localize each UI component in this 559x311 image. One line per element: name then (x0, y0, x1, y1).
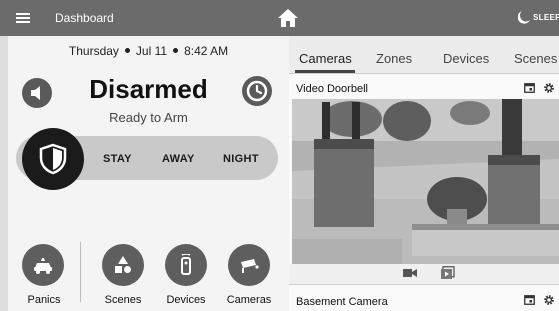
scenes-shapes-icon (115, 256, 131, 273)
calendar-icon[interactable] (524, 294, 535, 305)
home-icon[interactable] (276, 6, 300, 30)
camera-feed[interactable] (292, 99, 559, 264)
page-title: Dashboard (55, 11, 114, 25)
cameras-button[interactable] (228, 244, 270, 286)
video-icon[interactable] (403, 267, 417, 279)
cameras-label: Cameras (226, 294, 272, 306)
camera-title: Basement Camera (296, 296, 388, 308)
day-label: Thursday (68, 44, 119, 58)
separator-dot (124, 48, 130, 54)
remote-device-icon (181, 254, 191, 275)
calendar-icon[interactable] (524, 82, 535, 93)
tab-devices[interactable]: Devices (443, 51, 489, 66)
camera-controls (289, 264, 559, 285)
arm-substatus: Ready to Arm (109, 110, 188, 125)
security-camera-icon (241, 259, 259, 273)
active-tab-indicator (295, 70, 355, 73)
devices-button[interactable] (165, 244, 207, 286)
playback-icon[interactable] (441, 266, 455, 280)
camera-title: Video Doorbell (296, 83, 368, 95)
divider (80, 242, 81, 302)
devices-label: Devices (166, 294, 206, 306)
gear-icon[interactable] (543, 294, 555, 306)
mode-away-button[interactable]: AWAY (162, 153, 195, 165)
tab-cameras[interactable]: Cameras (299, 51, 352, 66)
panics-button[interactable] (22, 244, 64, 286)
security-panel: Thursday Jul 11 8:42 AM Disarmed Ready to … (8, 36, 289, 311)
tab-bar: Cameras Zones Devices Scenes (289, 36, 559, 74)
scenes-button[interactable] (102, 244, 144, 286)
time-label: 8:42 AM (184, 44, 229, 58)
shield-icon (39, 143, 67, 175)
media-panel: Cameras Zones Devices Scenes Video Doorb… (289, 36, 559, 311)
tab-scenes[interactable]: Scenes (514, 51, 557, 66)
tab-zones[interactable]: Zones (376, 51, 412, 66)
date-label: Jul 11 (135, 44, 168, 58)
clock-button[interactable] (242, 76, 272, 106)
scenes-label: Scenes (104, 294, 142, 306)
disarm-shield-button[interactable] (22, 128, 84, 190)
gear-icon[interactable] (543, 82, 555, 94)
mode-stay-button[interactable]: STAY (103, 153, 132, 165)
menu-icon[interactable] (16, 13, 30, 23)
separator-dot (173, 48, 179, 54)
panic-car-icon (34, 258, 52, 274)
panics-label: Panics (27, 294, 61, 306)
top-bar: Dashboard SLEEP (0, 0, 559, 36)
sleep-button[interactable]: SLEEP (533, 13, 559, 22)
date-time: Thursday Jul 11 8:42 AM (8, 44, 289, 58)
clock-icon (246, 80, 268, 102)
mode-night-button[interactable]: NIGHT (223, 153, 259, 165)
moon-icon[interactable] (518, 11, 530, 24)
